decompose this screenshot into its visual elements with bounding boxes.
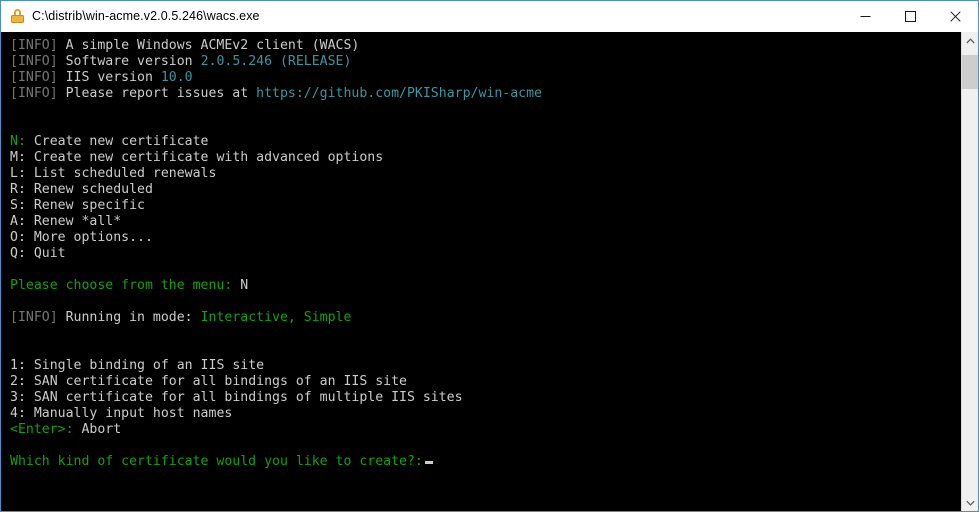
software-version-label: Software version	[57, 54, 201, 69]
title-bar-left: C:\distrib\win-acme.v2.0.5.246\wacs.exe	[1, 1, 843, 31]
main-menu-key: N:	[10, 134, 26, 149]
title-bar[interactable]: C:\distrib\win-acme.v2.0.5.246\wacs.exe	[1, 1, 978, 32]
info-tag: [INFO]	[10, 38, 58, 53]
menu-prompt-typed-value: N	[232, 278, 249, 293]
main-menu-item[interactable]: Q: Quit	[10, 246, 961, 262]
main-menu-key: Q:	[10, 246, 26, 261]
project-url-link[interactable]: https://github.com/PKISharp/win-acme	[256, 86, 542, 101]
running-mode-line: [INFO] Running in mode: Interactive, Sim…	[10, 310, 961, 326]
report-issues-label: Please report issues at	[57, 86, 257, 101]
close-icon	[950, 10, 961, 22]
main-menu-key: A:	[10, 214, 26, 229]
main-menu-key: S:	[10, 198, 26, 213]
maximize-button[interactable]	[888, 1, 933, 31]
lock-icon	[10, 9, 24, 23]
main-menu-label: Create new certificate with advanced opt…	[25, 150, 384, 165]
console-line-info-2: [INFO] Software version 2.0.5.246 (RELEA…	[10, 54, 961, 70]
main-menu: N: Create new certificate M: Create new c…	[10, 134, 961, 262]
console-line-info-1: [INFO] A simple Windows ACMEv2 client (W…	[10, 38, 961, 54]
final-prompt-label: Which kind of certificate would you like…	[10, 454, 423, 469]
main-menu-item[interactable]: S: Renew specific	[10, 198, 961, 214]
console-line-info-3: [INFO] IIS version 10.0	[10, 70, 961, 86]
iis-version-value: 10.0	[160, 70, 193, 85]
minimize-icon	[860, 15, 871, 17]
main-menu-item[interactable]: L: List scheduled renewals	[10, 166, 961, 182]
certificate-type-menu-item[interactable]: <Enter>: Abort	[10, 422, 961, 438]
main-menu-label: Quit	[25, 246, 66, 261]
main-menu-item[interactable]: M: Create new certificate with advanced …	[10, 150, 961, 166]
main-menu-item[interactable]: O: More options...	[10, 230, 961, 246]
certificate-type-menu-key: 3:	[10, 390, 26, 405]
menu-prompt-line: Please choose from the menu: N	[10, 278, 961, 294]
chevron-up-icon	[965, 37, 975, 43]
certificate-type-menu-key: 2:	[10, 374, 26, 389]
close-button[interactable]	[933, 1, 978, 31]
info-tag: [INFO]	[10, 310, 58, 325]
main-menu-label: Renew specific	[25, 198, 145, 213]
release-tag: (RELEASE)	[279, 54, 352, 69]
running-mode-value: Interactive, Simple	[200, 310, 352, 325]
main-menu-label: Renew *all*	[25, 214, 122, 229]
certificate-type-menu-item[interactable]: 2: SAN certificate for all bindings of a…	[10, 374, 961, 390]
certificate-type-menu-label: SAN certificate for all bindings of an I…	[25, 374, 407, 389]
chevron-down-icon	[965, 500, 975, 506]
scrollbar-track[interactable]	[962, 49, 978, 494]
info-tag: [INFO]	[10, 70, 58, 85]
software-version-value: 2.0.5.246	[200, 54, 273, 69]
console-output[interactable]: [INFO] A simple Windows ACMEv2 client (W…	[2, 32, 961, 511]
certificate-type-menu-key: 1:	[10, 358, 26, 373]
minimize-button[interactable]	[843, 1, 888, 31]
certificate-type-menu-key: <Enter>:	[10, 422, 74, 437]
main-menu-key: O:	[10, 230, 26, 245]
final-prompt-line[interactable]: Which kind of certificate would you like…	[10, 454, 961, 470]
iis-version-label: IIS version	[57, 70, 161, 85]
maximize-icon	[905, 10, 916, 22]
certificate-type-menu-label: Abort	[73, 422, 122, 437]
window-body: [INFO] A simple Windows ACMEv2 client (W…	[1, 32, 978, 511]
main-menu-key: M:	[10, 150, 26, 165]
window-controls	[843, 1, 978, 31]
console-line-info-4: [INFO] Please report issues at https://g…	[10, 86, 961, 102]
console-window: C:\distrib\win-acme.v2.0.5.246\wacs.exe	[0, 0, 979, 512]
main-menu-item[interactable]: A: Renew *all*	[10, 214, 961, 230]
certificate-type-menu-item[interactable]: 1: Single binding of an IIS site	[10, 358, 961, 374]
main-menu-item[interactable]: R: Renew scheduled	[10, 182, 961, 198]
main-menu-label: Renew scheduled	[25, 182, 153, 197]
main-menu-item[interactable]: N: Create new certificate	[10, 134, 961, 150]
scroll-up-button[interactable]	[962, 32, 978, 49]
vertical-scrollbar[interactable]	[961, 32, 978, 511]
menu-prompt-label: Please choose from the menu:	[10, 278, 233, 293]
info-text: A simple Windows ACMEv2 client (WACS)	[57, 38, 360, 53]
window-title: C:\distrib\win-acme.v2.0.5.246\wacs.exe	[32, 9, 260, 23]
main-menu-label: More options...	[25, 230, 153, 245]
text-cursor	[424, 461, 433, 464]
certificate-type-menu-item[interactable]: 4: Manually input host names	[10, 406, 961, 422]
certificate-type-menu: 1: Single binding of an IIS site 2: SAN c…	[10, 358, 961, 438]
scrollbar-thumb[interactable]	[962, 55, 978, 89]
certificate-type-menu-key: 4:	[10, 406, 26, 421]
scroll-down-button[interactable]	[962, 494, 978, 511]
certificate-type-menu-label: SAN certificate for all bindings of mult…	[25, 390, 463, 405]
certificate-type-menu-item[interactable]: 3: SAN certificate for all bindings of m…	[10, 390, 961, 406]
main-menu-label: List scheduled renewals	[25, 166, 217, 181]
main-menu-label: Create new certificate	[25, 134, 209, 149]
certificate-type-menu-label: Single binding of an IIS site	[25, 358, 265, 373]
running-mode-label: Running in mode:	[57, 310, 201, 325]
info-tag: [INFO]	[10, 86, 58, 101]
main-menu-key: L:	[10, 166, 26, 181]
certificate-type-menu-label: Manually input host names	[25, 406, 233, 421]
main-menu-key: R:	[10, 182, 26, 197]
info-tag: [INFO]	[10, 54, 58, 69]
